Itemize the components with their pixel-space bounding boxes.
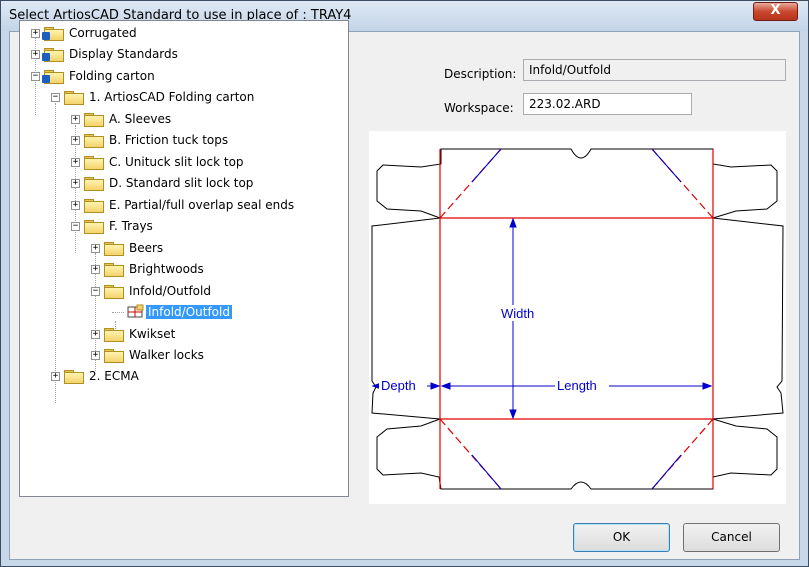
collapse-icon[interactable]: − [71,221,80,231]
tree-item-infold-outfold-standard[interactable]: Infold/Outfold [112,303,232,321]
tree-item-artioscad-folding-carton[interactable]: − 1. ArtiosCAD Folding carton [51,88,256,106]
tree-item-beers[interactable]: + Beers [91,239,165,257]
tree-item-label: Walker locks [129,348,204,362]
tree-item-label: Beers [129,241,164,255]
tree-item-partial-full-overlap[interactable]: + E. Partial/full overlap seal ends [71,196,296,214]
tree-item-unituck-slit-lock-top[interactable]: + C. Unituck slit lock top [71,153,246,171]
tree-item-friction-tuck-tops[interactable]: + B. Friction tuck tops [71,131,230,149]
tree-item-label: B. Friction tuck tops [109,133,229,147]
expand-icon[interactable]: + [71,157,80,167]
design-preview: Width Depth Length [369,131,786,504]
length-dimension-label: Length [557,378,597,393]
tree-item-label: 2. ECMA [89,369,139,383]
tree-item-sleeves[interactable]: + A. Sleeves [71,110,173,128]
tree-item-folding-carton[interactable]: − Folding carton [31,67,157,85]
expand-icon[interactable]: + [31,49,40,59]
collapse-icon[interactable]: − [91,286,100,296]
workspace-field[interactable]: 223.02.ARD [523,93,692,115]
expand-icon[interactable]: + [71,135,80,145]
network-folder-icon [42,47,64,62]
tree-item-label: E. Partial/full overlap seal ends [109,198,295,212]
tree-item-infold-outfold-folder[interactable]: − Infold/Outfold [91,282,213,300]
tree-item-brightwoods[interactable]: + Brightwoods [91,260,206,278]
expand-icon[interactable]: + [71,114,80,124]
folder-icon [84,112,104,127]
tree-item-kwikset[interactable]: + Kwikset [91,325,177,343]
expand-icon[interactable]: + [91,350,100,360]
ok-button[interactable]: OK [573,523,670,552]
folder-icon [64,90,84,105]
expand-icon[interactable]: + [71,178,80,188]
folder-icon [84,155,104,170]
tree-item-trays[interactable]: − F. Trays [71,217,155,235]
folder-icon [104,262,124,277]
tree-item-label: Display Standards [69,47,178,61]
standard-design-icon [127,304,144,318]
expand-icon[interactable]: + [31,28,40,38]
width-dimension-label: Width [501,306,534,321]
close-button[interactable]: X [753,2,798,21]
depth-dimension-label: Depth [381,378,416,393]
expand-icon[interactable]: + [91,243,100,253]
expand-icon[interactable]: + [71,200,80,210]
folder-icon [104,327,124,342]
tree-item-walker-locks[interactable]: + Walker locks [91,346,206,364]
folder-icon [84,176,104,191]
tree-item-label: C. Unituck slit lock top [109,155,244,169]
folder-icon [84,219,104,234]
cut-line-outline [371,148,784,490]
tree-item-corrugated[interactable]: + Corrugated [31,24,139,42]
folder-icon [104,348,124,363]
tree-item-label: Infold/Outfold [129,284,211,298]
crease-lines [439,148,714,490]
tree-item-display-standards[interactable]: + Display Standards [31,45,180,63]
tree-item-label: A. Sleeves [109,112,172,126]
tree-item-label: Infold/Outfold [146,305,232,319]
network-folder-icon [42,26,64,41]
dialog-window: Select ArtiosCAD Standard to use in plac… [0,0,809,567]
tree-item-standard-slit-lock-top[interactable]: + D. Standard slit lock top [71,174,255,192]
description-field: Infold/Outfold [523,59,786,81]
expand-icon[interactable]: + [51,371,60,381]
tree-item-label: F. Trays [109,219,153,233]
tree-item-label: Corrugated [69,26,137,40]
folder-icon [84,133,104,148]
collapse-icon[interactable]: − [31,71,40,81]
standards-tree[interactable]: + Corrugated + Display Standards − Foldi… [19,20,349,497]
expand-icon[interactable]: + [91,329,100,339]
description-label: Description: [444,67,517,81]
tree-item-ecma[interactable]: + 2. ECMA [51,367,141,385]
network-folder-icon [42,69,64,84]
tree-item-label: 1. ArtiosCAD Folding carton [89,90,255,104]
expand-icon[interactable]: + [91,264,100,274]
folder-icon [64,369,84,384]
tree-item-label: Brightwoods [129,262,204,276]
tray-diagram: Width Depth Length [371,148,784,490]
tree-item-label: Folding carton [69,69,155,83]
folder-icon [104,241,124,256]
tree-item-label: D. Standard slit lock top [109,176,254,190]
cancel-button[interactable]: Cancel [683,523,780,552]
workspace-label: Workspace: [444,101,514,115]
tree-item-label: Kwikset [129,327,176,341]
folder-icon [84,198,104,213]
collapse-icon[interactable]: − [51,92,60,102]
folder-icon [104,284,124,299]
